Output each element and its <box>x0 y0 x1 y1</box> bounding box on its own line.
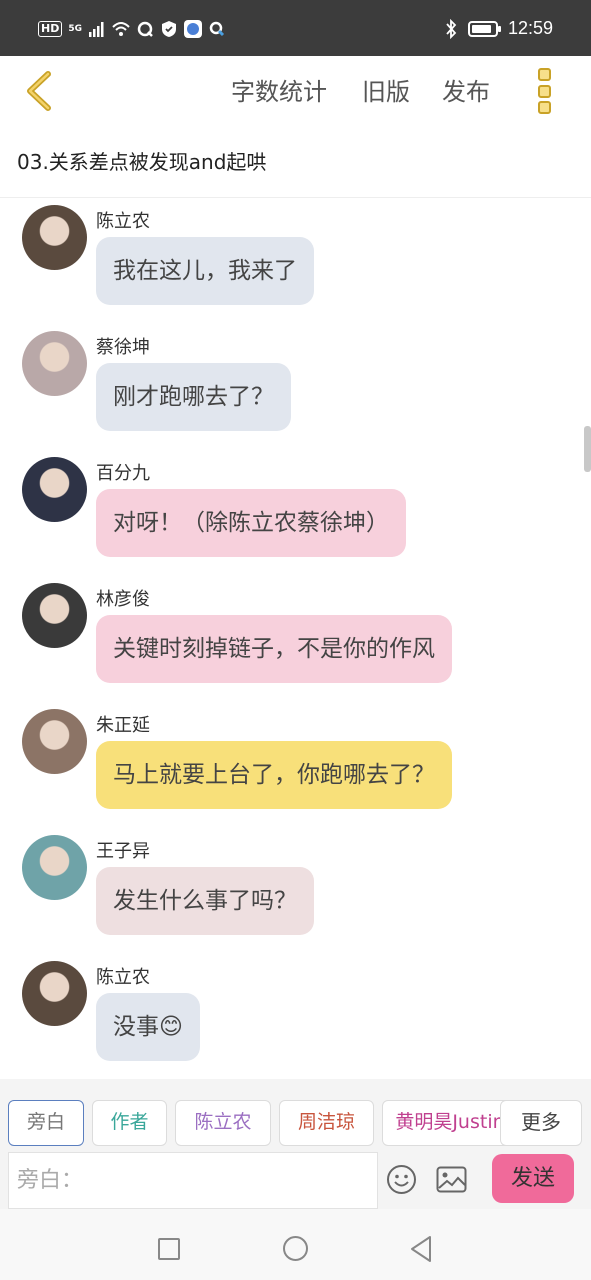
more-dot <box>537 101 551 114</box>
role-zhou-jieqiong[interactable]: 周洁琼 <box>279 1100 374 1146</box>
sender-name: 陈立农 <box>96 211 150 232</box>
sender-name: 陈立农 <box>96 967 150 988</box>
back-triangle-icon[interactable] <box>409 1235 433 1263</box>
message-bubble[interactable]: 发生什么事了吗？ <box>96 867 314 935</box>
role-author[interactable]: 作者 <box>92 1100 167 1146</box>
sender-name: 王子异 <box>96 841 150 862</box>
avatar[interactable] <box>22 457 87 522</box>
publish-button[interactable]: 发布 <box>442 76 490 108</box>
status-bar: HD 5G 12:59 <box>0 0 591 56</box>
message-bubble[interactable]: 对呀！（除陈立农蔡徐坤） <box>96 489 406 557</box>
status-right-icons: 12:59 <box>444 18 553 39</box>
sender-name: 朱正延 <box>96 715 150 736</box>
battery-fill <box>471 24 491 33</box>
message-input[interactable]: 旁白： <box>8 1152 378 1209</box>
composer: 旁白 作者 陈立农 周洁琼 黄明昊Justin 更多 旁白： 发送 <box>0 1079 591 1209</box>
status-left-icons: HD 5G <box>38 20 226 38</box>
wifi-icon <box>112 22 130 36</box>
smiley-icon[interactable] <box>386 1164 417 1195</box>
hd-indicator: HD <box>38 21 63 37</box>
clock: 12:59 <box>507 18 553 38</box>
role-narrator[interactable]: 旁白 <box>8 1100 84 1146</box>
role-huang-minghao[interactable]: 黄明昊Justin <box>382 1100 518 1146</box>
message-bubble[interactable]: 没事😊 <box>96 993 200 1061</box>
network-type: 5G <box>68 23 82 34</box>
avatar[interactable] <box>22 961 87 1026</box>
divider <box>0 197 591 198</box>
more-roles-button[interactable]: 更多 <box>500 1100 582 1146</box>
globe-app-icon <box>184 20 202 38</box>
message-bubble[interactable]: 我在这儿，我来了 <box>96 237 314 305</box>
more-dot <box>537 84 551 98</box>
recent-apps-square-icon[interactable] <box>158 1238 180 1260</box>
image-icon[interactable] <box>436 1166 467 1193</box>
signal-icon <box>89 22 104 37</box>
send-button[interactable]: 发送 <box>492 1154 574 1203</box>
chevron-left-icon[interactable] <box>22 70 56 112</box>
battery-icon <box>467 20 501 37</box>
avatar[interactable] <box>22 709 87 774</box>
search-app-icon <box>209 21 225 37</box>
sender-name: 蔡徐坤 <box>96 337 150 358</box>
role-chen-linong[interactable]: 陈立农 <box>175 1100 271 1146</box>
chapter-title[interactable]: 03.关系差点被发现and起哄 <box>17 146 266 175</box>
bluetooth-icon <box>446 18 457 39</box>
home-circle-icon[interactable] <box>283 1236 308 1261</box>
q-app-icon <box>137 21 153 37</box>
message-bubble[interactable]: 刚才跑哪去了？ <box>96 363 291 431</box>
avatar[interactable] <box>22 205 87 270</box>
more-vertical-icon[interactable] <box>534 68 554 114</box>
top-toolbar: 字数统计 旧版 发布 <box>0 56 591 128</box>
old-version-button[interactable]: 旧版 <box>362 76 410 108</box>
sender-name: 林彦俊 <box>96 589 150 610</box>
system-nav-bar <box>0 1209 591 1280</box>
word-count-button[interactable]: 字数统计 <box>231 76 327 108</box>
scrollbar-thumb[interactable] <box>584 426 591 472</box>
message-bubble[interactable]: 关键时刻掉链子，不是你的作风 <box>96 615 452 683</box>
avatar[interactable] <box>22 583 87 648</box>
shield-icon <box>162 21 176 37</box>
more-dot <box>537 68 551 81</box>
message-bubble[interactable]: 马上就要上台了，你跑哪去了？ <box>96 741 452 809</box>
avatar[interactable] <box>22 331 87 396</box>
sender-name: 百分九 <box>96 463 150 484</box>
avatar[interactable] <box>22 835 87 900</box>
